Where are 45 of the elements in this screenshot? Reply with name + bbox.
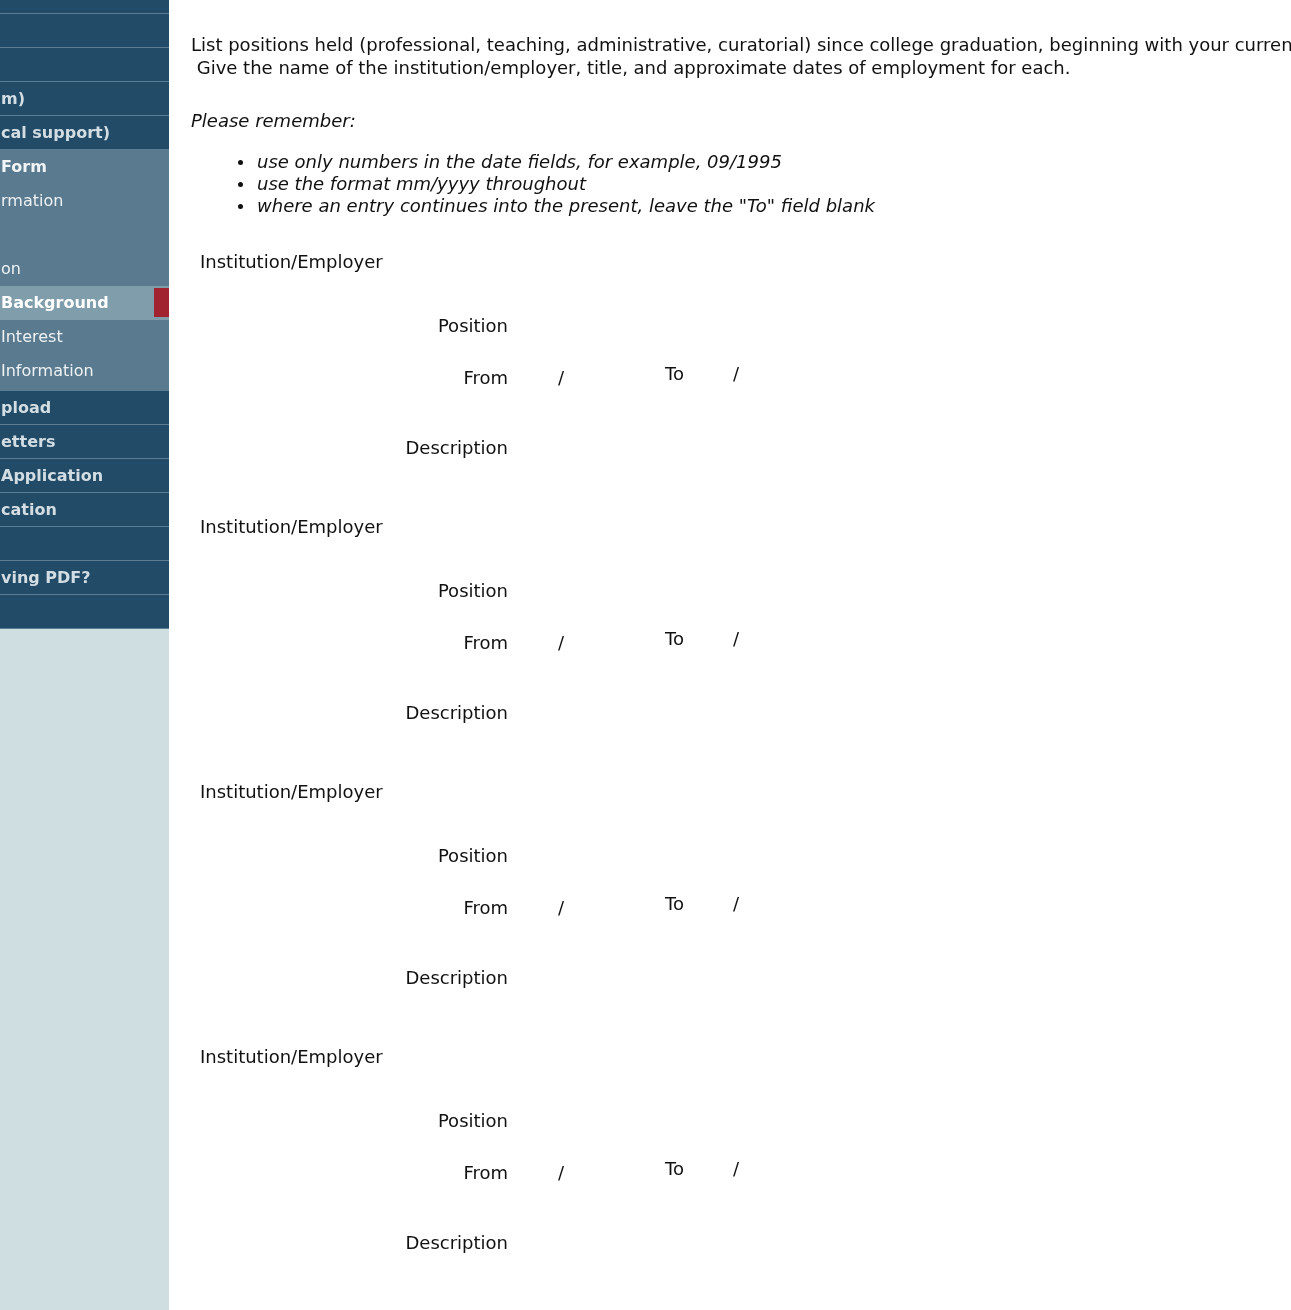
position-label: Position bbox=[436, 579, 508, 602]
institution-label: Institution/Employer bbox=[200, 1046, 383, 1067]
sidebar-item[interactable]: etters bbox=[0, 425, 169, 459]
from-label: From bbox=[462, 366, 508, 389]
sidebar-item[interactable]: ving PDF? bbox=[0, 561, 169, 595]
to-label: To bbox=[665, 627, 684, 650]
date-separator: / bbox=[733, 1157, 740, 1180]
sidebar-item[interactable]: Form bbox=[0, 150, 169, 184]
description-label: Description bbox=[404, 701, 508, 724]
intro-text: List positions held (professional, teaching, administrative, curatorial) since college graduation, beginning with your curren Give the name of the institution/employer, title, and approximate dates of employment for each. bbox=[191, 33, 1291, 79]
from-label: From bbox=[462, 1161, 508, 1184]
sidebar-item[interactable]: m) bbox=[0, 82, 169, 116]
date-separator: / bbox=[558, 366, 565, 389]
date-separator: / bbox=[558, 631, 565, 654]
sidebar-item[interactable]: pload bbox=[0, 391, 169, 425]
position-label: Position bbox=[436, 314, 508, 337]
to-label: To bbox=[665, 362, 684, 385]
date-separator: / bbox=[733, 892, 740, 915]
reminder-item: where an entry continues into the present, leave the "To" field blank bbox=[257, 195, 875, 217]
sidebar-item[interactable]: cation bbox=[0, 493, 169, 527]
bullet-icon bbox=[238, 203, 243, 209]
to-label: To bbox=[665, 1157, 684, 1180]
from-label: From bbox=[462, 896, 508, 919]
reminder-item: use the format mm/yyyy throughout bbox=[257, 173, 586, 195]
description-label: Description bbox=[404, 1231, 508, 1254]
date-separator: / bbox=[558, 896, 565, 919]
institution-label: Institution/Employer bbox=[200, 516, 383, 537]
description-label: Description bbox=[404, 966, 508, 989]
institution-label: Institution/Employer bbox=[200, 781, 383, 802]
from-label: From bbox=[462, 631, 508, 654]
date-separator: / bbox=[733, 362, 740, 385]
position-label: Position bbox=[436, 844, 508, 867]
description-label: Description bbox=[404, 436, 508, 459]
date-separator: / bbox=[558, 1161, 565, 1184]
date-separator: / bbox=[733, 627, 740, 650]
sidebar-item[interactable]: Application bbox=[0, 459, 169, 493]
reminder-title: Please remember: bbox=[191, 109, 357, 132]
position-label: Position bbox=[436, 1109, 508, 1132]
selection-marker bbox=[154, 288, 169, 317]
sidebar-item[interactable]: cal support) bbox=[0, 116, 169, 150]
bullet-icon bbox=[238, 181, 243, 187]
institution-label: Institution/Employer bbox=[200, 251, 383, 272]
to-label: To bbox=[665, 892, 684, 915]
bullet-icon bbox=[238, 159, 243, 165]
reminder-item: use only numbers in the date fields, for example, 09/1995 bbox=[257, 151, 782, 173]
